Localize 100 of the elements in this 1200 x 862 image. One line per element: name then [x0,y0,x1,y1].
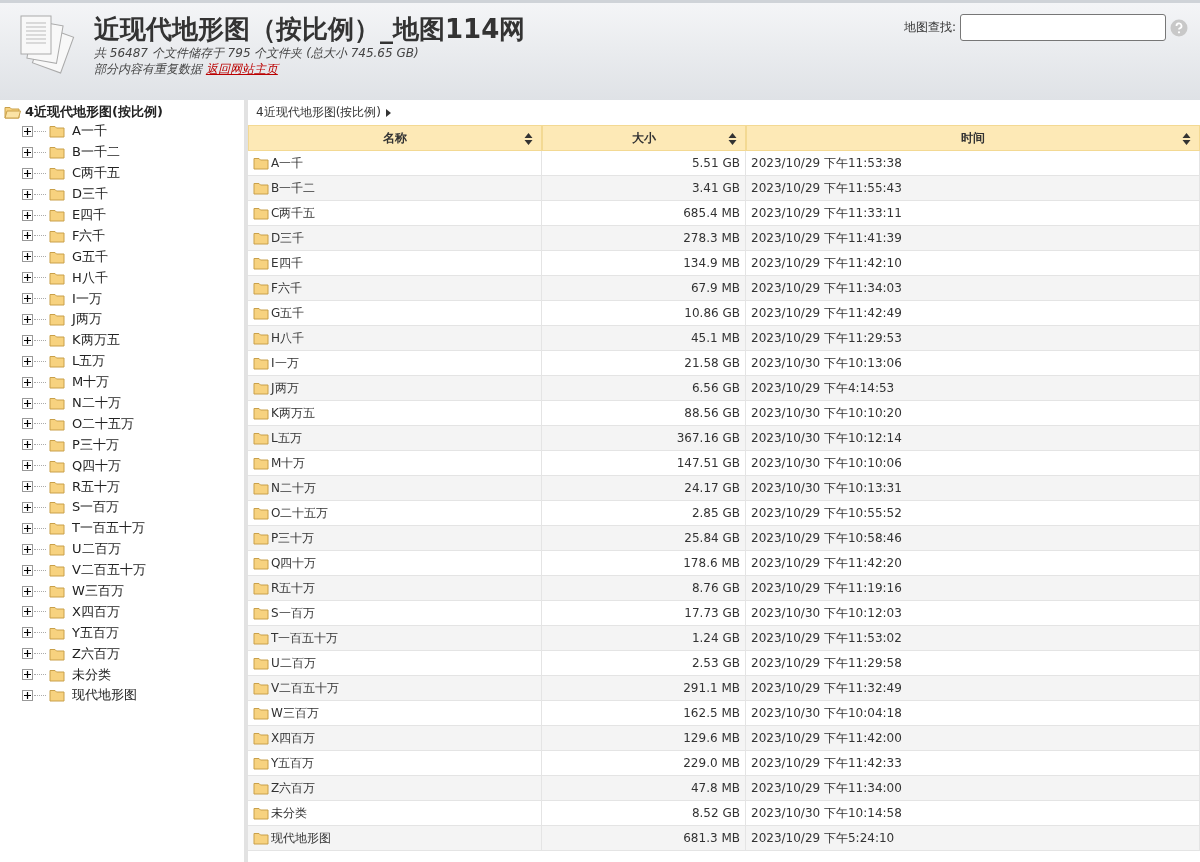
expand-icon[interactable] [22,167,33,179]
tree-item[interactable]: Z六百万 [72,644,120,663]
tree-item[interactable]: A一千 [72,122,107,141]
folder-link[interactable]: X四百万 [248,726,542,751]
expand-icon[interactable] [22,272,33,284]
expand-icon[interactable] [22,669,33,681]
expand-icon[interactable] [22,481,33,493]
expand-icon[interactable] [22,627,33,639]
tree-item[interactable]: D三千 [72,185,108,204]
expand-icon[interactable] [22,418,33,430]
tree-item[interactable]: T一百五十万 [72,519,145,538]
folder-link[interactable]: N二十万 [248,476,542,501]
tree-item[interactable]: S一百万 [72,498,120,517]
table-cell: 2023/10/29 下午11:34:03 [746,276,1200,301]
expand-icon[interactable] [22,522,33,534]
folder-link[interactable]: V二百五十万 [248,676,542,701]
folder-icon [49,625,66,640]
folder-link[interactable]: P三十万 [248,526,542,551]
tree-item[interactable]: Q四十万 [72,456,122,475]
table-cell: 178.6 MB [542,551,746,576]
expand-icon[interactable] [22,501,33,513]
tree-item[interactable]: W三百万 [72,582,124,601]
folder-link[interactable]: F六千 [248,276,542,301]
table-cell: 47.8 MB [542,776,746,801]
column-header[interactable]: 名称 [248,125,542,151]
column-header[interactable]: 大小 [542,125,746,151]
expand-icon[interactable] [22,543,33,555]
folder-link[interactable]: K两万五 [248,401,542,426]
folder-link[interactable]: A一千 [248,151,542,176]
tree-item[interactable]: 现代地形图 [72,686,137,705]
expand-icon[interactable] [22,209,33,221]
tree-item[interactable]: U二百万 [72,540,121,559]
tree-item[interactable]: C两千五 [72,164,121,183]
folder-link[interactable]: W三百万 [248,701,542,726]
sort-icon[interactable] [1182,133,1191,145]
expand-icon[interactable] [22,460,33,472]
expand-icon[interactable] [22,293,33,305]
expand-icon[interactable] [22,585,33,597]
tree-item[interactable]: X四百万 [72,602,120,621]
folder-link[interactable]: L五万 [248,426,542,451]
tree-item[interactable]: F六千 [72,226,106,245]
folder-link[interactable]: O二十五万 [248,501,542,526]
tree-root[interactable]: 4近现代地形图(按比例) [4,103,244,121]
folder-link[interactable]: D三千 [248,226,542,251]
expand-icon[interactable] [22,606,33,618]
tree-item[interactable]: I一万 [72,289,102,308]
folder-link[interactable]: S一百万 [248,601,542,626]
expand-icon[interactable] [22,251,33,263]
tree-item[interactable]: H八千 [72,268,108,287]
home-link[interactable]: 返回网站主页 [205,62,278,76]
tree-item[interactable]: N二十万 [72,394,121,412]
folder-link[interactable]: B一千二 [248,176,542,201]
sort-icon[interactable] [524,133,533,145]
tree-item[interactable]: O二十五万 [72,414,135,433]
table-cell: 2023/10/29 下午11:41:39 [746,226,1200,251]
table-cell: 45.1 MB [542,326,746,351]
folder-link[interactable]: Y五百万 [248,751,542,776]
folder-link[interactable]: Q四十万 [248,551,542,576]
folder-link[interactable]: U二百万 [248,651,542,676]
tree-item[interactable]: Y五百万 [72,623,119,642]
expand-icon[interactable] [22,397,33,409]
tree-item[interactable]: V二百五十万 [72,561,146,580]
expand-icon[interactable] [22,146,33,158]
expand-icon[interactable] [22,564,33,576]
expand-icon[interactable] [22,188,33,200]
folder-link[interactable]: R五十万 [248,576,542,601]
tree-item[interactable]: 未分类 [72,665,111,684]
tree-item[interactable]: K两万五 [72,331,120,350]
sort-icon[interactable] [728,133,737,145]
folder-link[interactable]: C两千五 [248,201,542,226]
tree-item[interactable]: E四千 [72,206,107,224]
tree-item[interactable]: G五千 [72,247,109,266]
folder-link[interactable]: M十万 [248,451,542,476]
folder-link[interactable]: J两万 [248,376,542,401]
folder-link[interactable]: G五千 [248,301,542,326]
expand-icon[interactable] [22,690,33,701]
folder-link[interactable]: E四千 [248,251,542,276]
expand-icon[interactable] [22,230,33,242]
tree-item[interactable]: B一千二 [72,143,120,162]
expand-icon[interactable] [22,648,33,660]
tree-item[interactable]: J两万 [72,310,102,329]
folder-link[interactable]: H八千 [248,326,542,351]
folder-icon [49,228,66,243]
tree-item[interactable]: L五万 [72,352,106,371]
search-field[interactable] [960,14,1166,41]
expand-icon[interactable] [22,376,33,388]
folder-link[interactable]: T一百五十万 [248,626,542,651]
tree-item[interactable]: R五十万 [72,477,121,496]
expand-icon[interactable] [22,334,33,346]
folder-link[interactable]: 现代地形图 [248,826,542,851]
tree-item[interactable]: M十万 [72,373,110,392]
expand-icon[interactable] [22,125,33,137]
folder-link[interactable]: Z六百万 [248,776,542,801]
expand-icon[interactable] [22,355,33,367]
tree-item[interactable]: P三十万 [72,435,119,454]
expand-icon[interactable] [22,313,33,325]
folder-link[interactable]: I一万 [248,351,542,376]
column-header[interactable]: 时间 [746,125,1200,151]
expand-icon[interactable] [22,439,33,451]
folder-link[interactable]: 未分类 [248,801,542,826]
